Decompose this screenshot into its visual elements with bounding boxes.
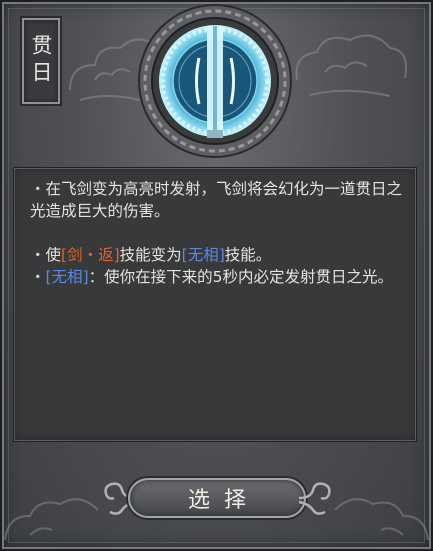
description-text: 技能变为 bbox=[119, 246, 182, 264]
tag-highlight: [无相] bbox=[181, 246, 225, 264]
skill-card: 贯日 ・在飞剑变为高亮时发射，飞剑将会幻化为一道贯日之光造成巨大的伤害。 ・使[… bbox=[0, 0, 433, 551]
select-button[interactable]: 选择 bbox=[128, 478, 306, 518]
select-button-area: 选择 bbox=[100, 470, 335, 528]
sword-blade-ring-icon bbox=[138, 4, 292, 158]
skill-description-panel: ・在飞剑变为高亮时发射，飞剑将会幻化为一道贯日之光造成巨大的伤害。 ・使[剑・返… bbox=[13, 167, 417, 442]
skill-title-tag: 贯日 bbox=[22, 18, 60, 104]
description-text: 使 bbox=[45, 246, 62, 264]
skill-title: 贯日 bbox=[29, 34, 53, 88]
description-text: 在飞剑变为高亮时发射，飞剑将会幻化为一道贯日之光造成巨大的伤害。 bbox=[30, 180, 403, 220]
bullet: ・ bbox=[30, 180, 46, 198]
select-button-label: 选择 bbox=[187, 488, 260, 513]
description-line-1: ・在飞剑变为高亮时发射，飞剑将会幻化为一道贯日之光造成巨大的伤害。 bbox=[30, 178, 404, 222]
cloud-ornament-right bbox=[295, 34, 407, 97]
tag-highlight: [无相] bbox=[45, 268, 89, 286]
description-line-3: ・[无相]：使你在接下来的5秒内必定发射贯日之光。 bbox=[30, 266, 404, 288]
description-line-2: ・使[剑・返]技能变为[无相]技能。 bbox=[30, 244, 404, 266]
description-text: 技能。 bbox=[224, 246, 272, 264]
bullet: ・ bbox=[30, 246, 46, 264]
description-text: ：使你在接下来的5秒内必定发射贯日之光。 bbox=[88, 268, 393, 286]
bullet: ・ bbox=[30, 268, 46, 286]
skill-name-highlight: [剑・返] bbox=[61, 246, 120, 264]
